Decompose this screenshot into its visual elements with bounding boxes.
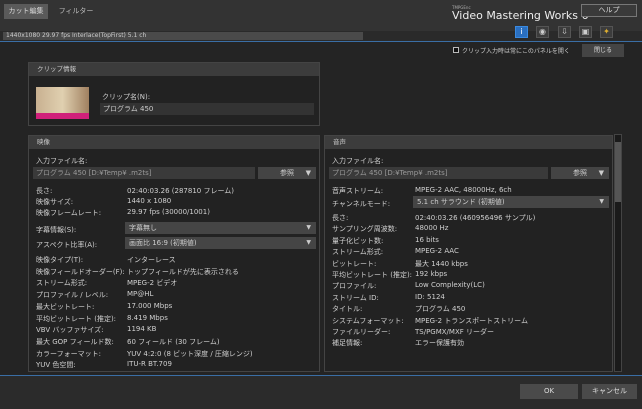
tab-cut-edit[interactable]: カット編集 (4, 4, 48, 19)
property-value: MPEG-2 AAC (415, 247, 459, 256)
property-label: 量子化ビット数: (332, 236, 384, 245)
disc-icon[interactable]: ◉ (536, 26, 549, 38)
export-icon[interactable]: ▣ (579, 26, 592, 38)
audio-file-label: 入力ファイル名: (332, 157, 384, 165)
property-label: ストリーム ID: (332, 293, 379, 302)
property-value: 192 kbps (415, 270, 448, 278)
property-label: 映像フィールドオーダー(F): (36, 267, 125, 276)
browse-label: 参照 (280, 169, 294, 177)
property-value: ID: 5124 (415, 292, 445, 301)
property-label: タイトル: (332, 305, 363, 314)
property-value: TS/PGMX/MXF リーダー (415, 328, 495, 336)
chevron-down-icon: ▼ (306, 239, 311, 246)
property-label: 平均ビットレート (推定): (36, 314, 117, 323)
property-value: インターレース (127, 256, 176, 264)
aspect-value: 画面比 16:9 (初期値) (129, 239, 197, 247)
property-label: 最大ビットレート: (36, 302, 95, 311)
subtitle-value: 字幕無し (129, 224, 157, 232)
property-value: 02:40:03.26 (460956496 サンプル) (415, 214, 536, 222)
property-label: プロファイル: (332, 282, 377, 291)
property-label: 補足情報: (332, 339, 363, 348)
subtitle-label: 字幕情報(S): (36, 226, 77, 234)
wizard-icon[interactable]: ✦ (600, 26, 613, 38)
audio-section: 音声 入力ファイル名: プログラム 450 [D:¥Temp¥ .m2ts] 参… (324, 135, 613, 372)
property-label: ファイルリーダー: (332, 328, 391, 336)
help-button[interactable]: ヘルプ (581, 4, 637, 17)
property-label: 映像タイプ(T): (36, 256, 84, 264)
property-label: 映像サイズ: (36, 198, 74, 206)
clip-info-header: クリップ情報 (29, 63, 319, 76)
property-value: MPEG-2 ビデオ (127, 279, 178, 288)
aspect-select[interactable]: 画面比 16:9 (初期値) ▼ (125, 237, 316, 249)
chevron-down-icon: ▼ (306, 224, 311, 231)
chevron-down-icon: ▼ (305, 169, 311, 177)
cancel-button[interactable]: キャンセル (582, 384, 637, 399)
property-label: 長さ: (332, 214, 349, 222)
aspect-label: アスペクト比率(A): (36, 241, 98, 249)
scrollbar-thumb[interactable] (615, 142, 621, 202)
clip-name-label: クリップ名(N): (102, 93, 151, 101)
property-value: Low Complexity(LC) (415, 281, 485, 290)
video-header: 映像 (29, 136, 319, 149)
property-label: 最大 GOP フィールド数: (36, 337, 114, 346)
clip-info-section: クリップ情報 クリップ名(N): プログラム 450 (28, 62, 320, 126)
property-value: 8.419 Mbps (127, 313, 168, 322)
property-value: トップフィールドが先に表示される (127, 267, 239, 276)
property-label: ストリーム形式: (36, 279, 88, 288)
property-value: 16 bits (415, 235, 439, 244)
property-value: エラー保護有効 (415, 339, 464, 348)
clip-summary: 1440x1080 29.97 fps Interlace(TopFirst) … (3, 32, 363, 40)
property-value: 最大 1440 kbps (415, 259, 468, 268)
video-browse-button[interactable]: 参照 ▼ (258, 167, 316, 179)
clip-name-input[interactable]: プログラム 450 (100, 103, 314, 115)
property-value: 02:40:03.26 (287810 フレーム) (127, 187, 234, 195)
property-label: 平均ビットレート (推定): (332, 271, 413, 279)
close-button[interactable]: 閉じる (582, 44, 624, 57)
chevron-down-icon: ▼ (598, 169, 604, 177)
audio-file-input[interactable]: プログラム 450 [D:¥Temp¥ .m2ts] (329, 167, 548, 179)
channel-mode-value: 5.1 ch サラウンド (初期値) (417, 198, 505, 206)
property-value: MP@HL (127, 290, 154, 299)
property-value: 29.97 fps (30000/1001) (127, 208, 210, 216)
tab-filter[interactable]: フィルター (56, 4, 96, 19)
audio-stream-label: 音声ストリーム: (332, 187, 384, 195)
subtitle-select[interactable]: 字幕無し ▼ (125, 222, 316, 234)
property-value: ITU-R BT.709 (127, 360, 172, 369)
property-label: YUV 色空間: (36, 361, 76, 370)
browse-label: 参照 (573, 169, 587, 177)
property-value: 1440 x 1080 (127, 197, 172, 205)
video-file-label: 入力ファイル名: (36, 157, 88, 165)
property-label: 映像フレームレート: (36, 209, 102, 217)
chevron-down-icon: ▼ (599, 198, 604, 205)
always-open-label: クリップ入力時は常にこのパネルを開く (462, 48, 570, 55)
property-value: 17.000 Mbps (127, 301, 173, 310)
audio-header: 音声 (325, 136, 612, 149)
property-value: 1194 KB (127, 325, 157, 334)
property-value: MPEG-2 トランスポートストリーム (415, 316, 528, 325)
channel-mode-label: チャンネルモード: (332, 200, 391, 208)
clip-thumbnail (36, 87, 89, 119)
video-file-input[interactable]: プログラム 450 [D:¥Temp¥ .m2ts] (33, 167, 255, 179)
property-label: カラーフォーマット: (36, 349, 101, 358)
property-label: プロファイル / レベル: (36, 291, 109, 300)
audio-browse-button[interactable]: 参照 ▼ (551, 167, 609, 179)
audio-stream-value: MPEG-2 AAC, 48000Hz, 6ch (415, 186, 512, 194)
property-label: 長さ: (36, 187, 53, 195)
property-label: ビットレート: (332, 259, 377, 268)
app-title: Video Mastering Works 6 (452, 9, 589, 22)
property-value: プログラム 450 (415, 305, 466, 314)
property-label: VBV バッファサイズ: (36, 326, 104, 335)
channel-mode-select[interactable]: 5.1 ch サラウンド (初期値) ▼ (413, 196, 609, 208)
property-value: 60 フィールド (30 フレーム) (127, 337, 220, 346)
ok-button[interactable]: OK (520, 384, 578, 399)
always-open-checkbox[interactable] (453, 47, 459, 53)
property-value: YUV 4:2:0 (8 ビット深度 / 圧縮レンジ) (127, 349, 253, 358)
import-icon[interactable]: ⇩ (558, 26, 571, 38)
video-section: 映像 入力ファイル名: プログラム 450 [D:¥Temp¥ .m2ts] 参… (28, 135, 320, 372)
property-label: ストリーム形式: (332, 248, 384, 257)
property-value: 48000 Hz (415, 224, 449, 233)
property-label: サンプリング周波数: (332, 225, 398, 234)
property-label: システムフォーマット: (332, 316, 404, 325)
info-icon[interactable]: i (515, 26, 528, 38)
